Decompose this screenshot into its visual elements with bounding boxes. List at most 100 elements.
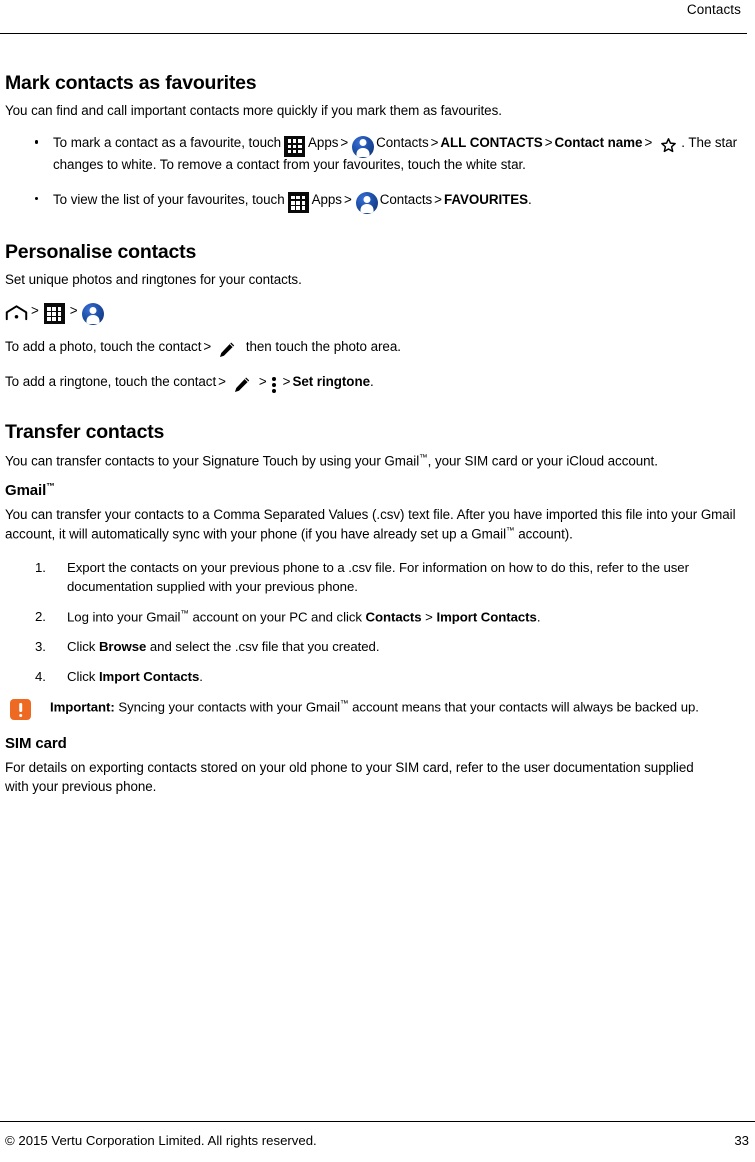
add-photo-text-part2: then touch the photo area. [245,339,401,355]
bullet-dot-icon [35,196,39,201]
bullet1-text-part1: To mark a contact as a favourite, touch [53,135,282,151]
important-note: Important: Syncing your contacts with yo… [5,697,749,721]
breadcrumb-separator: > [434,191,442,207]
step-number: 4. [35,669,46,685]
step-text-post: and select the .csv file that you create… [146,639,380,655]
home-icon[interactable] [5,305,28,321]
list-item: 2. Log into your Gmail™ account on your P… [5,607,749,626]
step-number: 1. [35,559,46,575]
important-exclamation-icon [10,699,31,721]
pencil-edit-icon[interactable] [233,376,251,394]
trademark-symbol: ™ [340,698,349,709]
contacts-menu-label[interactable]: Contacts [366,609,422,624]
copyright-text: © 2015 Vertu Corporation Limited. All ri… [5,1133,317,1148]
breadcrumb-separator: > [69,303,78,319]
trademark-symbol: ™ [506,525,515,536]
contacts-person-icon[interactable] [355,192,378,215]
breadcrumb-separator: > [340,135,349,151]
breadcrumb-separator: > [544,135,553,151]
favourites-intro: You can find and call important contacts… [5,103,502,119]
import-contacts-menu-label[interactable]: Import Contacts [436,609,536,624]
contact-name-label[interactable]: Contact name [554,135,642,150]
apps-label: Apps [308,135,339,151]
section-heading-favourites: Mark contacts as favourites [5,72,257,94]
sim-card-paragraph: For details on exporting contacts stored… [5,759,694,794]
step-number: 3. [35,639,46,655]
pencil-edit-icon[interactable] [218,341,236,359]
contacts-person-icon[interactable] [81,303,104,326]
breadcrumb-separator: > [343,191,352,207]
overflow-menu-icon[interactable] [271,376,278,394]
apps-grid-icon[interactable] [284,135,306,157]
transfer-intro-a: You can transfer contacts to your Signat… [5,453,420,468]
bullet-dot-icon [35,140,39,144]
breadcrumb-separator: > [203,339,212,355]
list-item: To view the list of your favourites, tou… [5,189,749,215]
add-ringtone-text-part1: To add a ringtone, touch the contact [5,374,217,390]
step-text-mid: account on your PC and click [188,609,366,625]
page-header: Contacts [0,0,747,40]
gmail-paragraph: You can transfer your contacts to a Comm… [5,505,749,544]
list-item: 3. Click Browse and select the .csv file … [5,637,749,656]
all-contacts-tab-label[interactable]: ALL CONTACTS [440,135,542,150]
section-heading-personalise: Personalise contacts [5,240,197,263]
gmail-steps-list: 1. Export the contacts on your previous p… [5,558,749,686]
transfer-intro: You can transfer contacts to your Signat… [5,451,749,471]
import-contacts-button-label[interactable]: Import Contacts [99,669,199,684]
breadcrumb-separator: > [218,374,226,390]
important-note-text-a: Syncing your contacts with your Gmail [114,699,341,715]
browse-button-label[interactable]: Browse [99,639,146,654]
gmail-para-b: account). [514,526,573,542]
transfer-intro-b: , your SIM card or your iCloud account. [427,453,658,468]
apps-grid-icon[interactable] [287,192,309,214]
contacts-label: Contacts [376,135,429,151]
section-heading-transfer: Transfer contacts [5,421,165,444]
add-photo-instruction: To add a photo, touch the contact > then … [5,337,749,359]
breadcrumb-separator: > [644,135,653,151]
important-note-text-b: account means that your contacts will al… [348,699,699,715]
step-text-post: . [199,669,203,685]
step-number: 2. [35,608,46,624]
star-outline-icon[interactable] [660,137,677,154]
breadcrumb-separator: > [430,135,439,151]
list-item: 4. Click Import Contacts. [5,667,749,686]
step-text-pre: Click [67,639,99,655]
gmail-heading-text: Gmail [5,482,47,500]
step-text-pre: Click [67,669,99,685]
breadcrumb-separator: > [282,374,291,390]
gmail-para-a: You can transfer your contacts to a Comm… [5,507,736,542]
step-text-pre: Log into your Gmail [67,609,181,625]
header-divider [0,33,747,34]
bullet2-text-part2: . [528,191,532,207]
contacts-label: Contacts [379,191,433,207]
contacts-person-icon[interactable] [352,135,375,158]
favourites-bullet-list: To mark a contact as a favourite, touch A… [5,132,749,215]
list-item: To mark a contact as a favourite, touch A… [5,132,749,175]
apps-label: Apps [311,191,342,207]
trademark-symbol: ™ [180,607,189,618]
add-photo-text-part1: To add a photo, touch the contact [5,339,202,355]
step-text-post: . [536,609,541,625]
breadcrumb-separator: > [258,374,267,390]
list-item: 1. Export the contacts on your previous p… [5,558,749,596]
footer-divider [0,1121,755,1122]
add-ringtone-text-part2: . [369,374,374,390]
personalise-intro: Set unique photos and ringtones for your… [5,271,302,287]
breadcrumb-separator: > [421,609,437,625]
breadcrumb-separator: > [31,303,39,319]
important-note-label: Important: [50,699,115,715]
trademark-symbol: ™ [46,481,55,492]
trademark-symbol: ™ [419,451,428,462]
document-page: Contacts Mark contacts as favourites You… [0,0,755,1162]
page-footer: © 2015 Vertu Corporation Limited. All ri… [5,1133,749,1148]
set-ringtone-menu-label[interactable]: Set ringtone [292,374,370,389]
page-number: 33 [734,1133,749,1148]
apps-grid-icon[interactable] [43,303,65,325]
step-text: Export the contacts on your previous pho… [67,559,689,594]
personalise-icon-path: > > [5,301,749,326]
bullet2-text-part1: To view the list of your favourites, tou… [53,191,285,207]
subsection-heading-gmail: Gmail™ [5,481,749,500]
favourites-tab-label[interactable]: FAVOURITES [444,192,528,207]
